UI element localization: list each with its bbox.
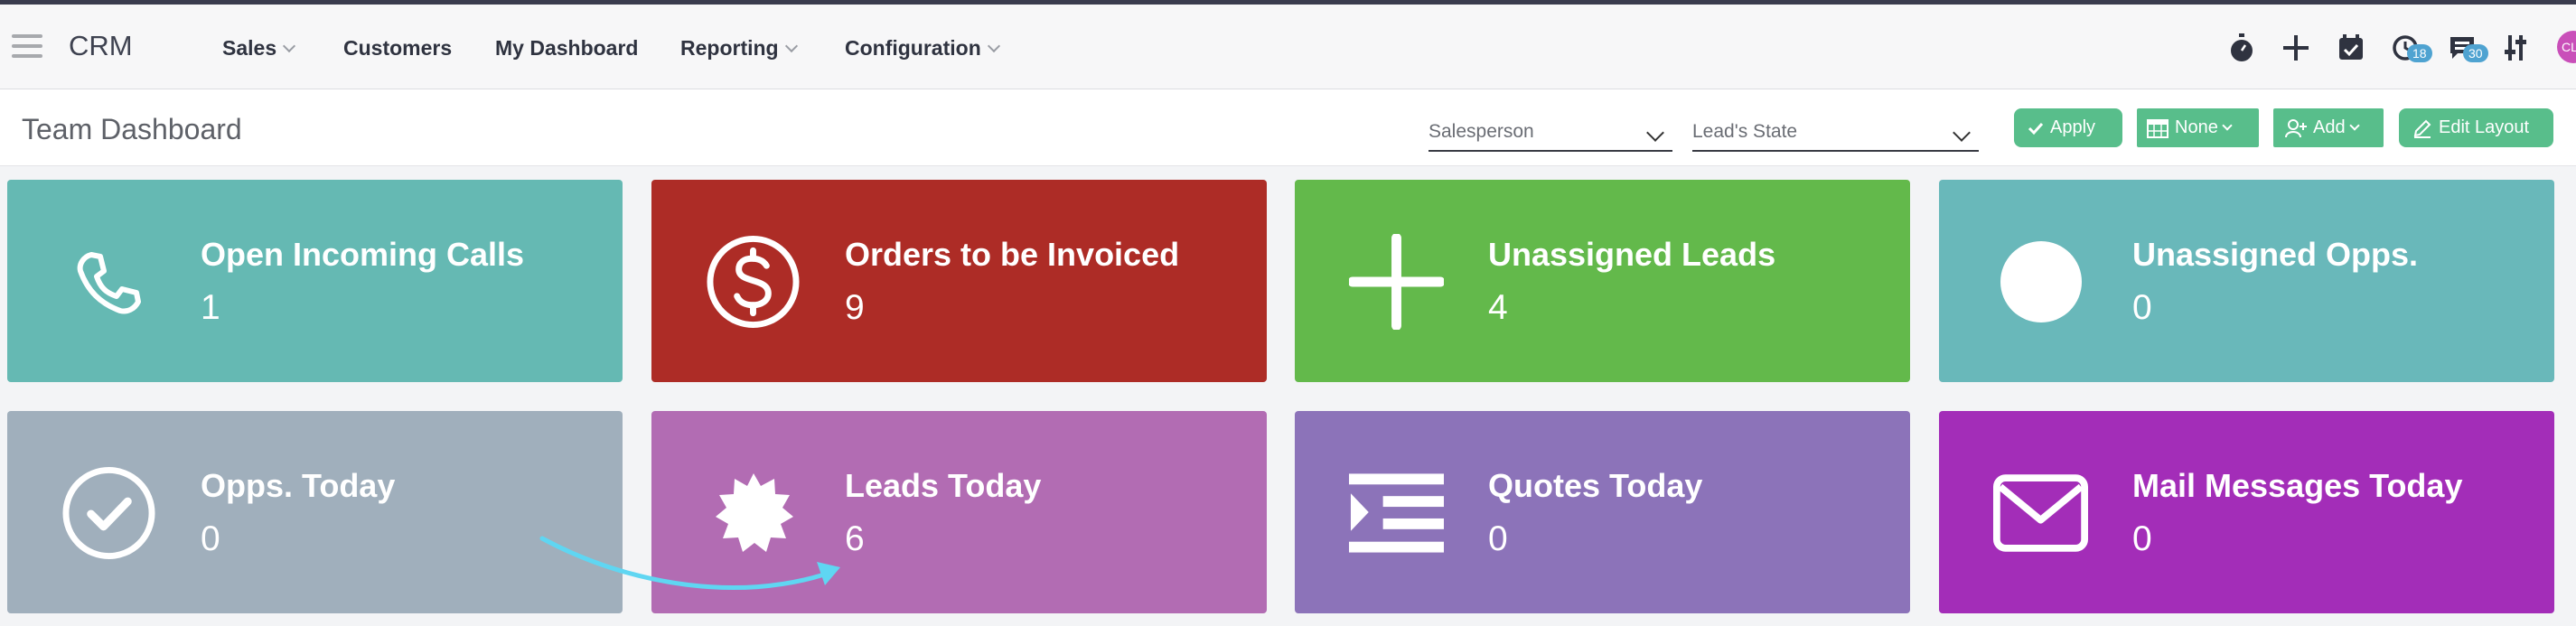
user-avatar[interactable]: CL — [2557, 31, 2576, 63]
tile-label: Orders to be Invoiced — [845, 236, 1180, 273]
lead-state-filter-label: Lead's State — [1692, 121, 1798, 142]
check-circle-icon — [61, 465, 156, 560]
edit-layout-button[interactable]: Edit Layout — [2399, 108, 2553, 147]
chevron-down-icon — [1953, 124, 1971, 142]
nav-item-label: Sales — [222, 36, 277, 60]
plus-icon — [1349, 233, 1444, 330]
tile-count: 4 — [1488, 288, 1508, 327]
tile-orders-to-be-invoiced[interactable]: Orders to be Invoiced 9 — [651, 180, 1267, 382]
add-button-label: Add — [2313, 117, 2346, 137]
circle-icon — [1993, 234, 2088, 329]
nav-item-label: Customers — [343, 36, 453, 60]
menu-toggle-icon[interactable] — [12, 34, 42, 61]
tile-label: Unassigned Leads — [1488, 236, 1776, 273]
lead-state-filter[interactable]: Lead's State — [1692, 121, 1979, 152]
activity-count-badge: 18 — [2407, 44, 2432, 62]
nav-item-reporting[interactable]: Reporting — [680, 36, 798, 61]
tile-open-incoming-calls[interactable]: Open Incoming Calls 1 — [7, 180, 623, 382]
dollar-circle-icon — [706, 234, 801, 329]
tile-count: 0 — [1488, 519, 1508, 558]
tile-label: Quotes Today — [1488, 467, 1703, 504]
tile-count: 0 — [2132, 288, 2152, 327]
calendar-check-icon[interactable] — [2333, 30, 2369, 66]
tile-count: 9 — [845, 288, 865, 327]
app-brand[interactable]: CRM — [69, 30, 133, 62]
tile-label: Opps. Today — [201, 467, 396, 504]
add-dropdown-button[interactable]: Add — [2273, 108, 2384, 147]
edit-layout-button-label: Edit Layout — [2439, 117, 2530, 137]
tile-count: 6 — [845, 519, 865, 558]
none-dropdown-button[interactable]: None — [2137, 108, 2259, 147]
tile-mail-messages-today[interactable]: Mail Messages Today 0 — [1939, 411, 2554, 613]
tile-quotes-today[interactable]: Quotes Today 0 — [1295, 411, 1910, 613]
check-icon — [2028, 122, 2044, 135]
tile-opps-today[interactable]: Opps. Today 0 — [7, 411, 623, 613]
chevron-down-icon — [784, 39, 798, 52]
tile-count: 0 — [2132, 519, 2152, 558]
apply-button-label: Apply — [2050, 117, 2096, 137]
none-button-label: None — [2175, 117, 2218, 137]
add-user-icon — [2285, 118, 2307, 137]
nav-item-configuration[interactable]: Configuration — [845, 36, 1000, 61]
nav-item-label: Reporting — [680, 36, 779, 60]
page-title: Team Dashboard — [22, 113, 242, 145]
chevron-down-icon — [987, 39, 1000, 52]
tile-count: 1 — [201, 288, 220, 327]
tile-unassigned-opps[interactable]: Unassigned Opps. 0 — [1939, 180, 2554, 382]
tile-leads-today[interactable]: Leads Today 6 — [651, 411, 1267, 613]
envelope-icon — [1993, 465, 2088, 560]
nav-item-label: My Dashboard — [495, 36, 639, 60]
tile-count: 0 — [201, 519, 220, 558]
list-indent-icon — [1349, 465, 1444, 560]
chevron-down-icon — [2222, 119, 2233, 131]
tile-label: Mail Messages Today — [2132, 467, 2463, 504]
messages-count-badge: 30 — [2463, 44, 2488, 62]
chevron-down-icon — [283, 39, 296, 52]
starburst-icon — [706, 465, 801, 560]
nav-item-customers[interactable]: Customers — [343, 36, 452, 61]
nav-item-label: Configuration — [845, 36, 981, 60]
salesperson-filter-label: Salesperson — [1429, 121, 1534, 142]
navbar: CRM Sales Customers My Dashboard Reporti… — [0, 5, 2576, 89]
tile-label: Unassigned Opps. — [2132, 236, 2419, 273]
phone-icon — [61, 234, 156, 329]
calendar-grid-icon — [2147, 118, 2169, 138]
quick-create-plus-icon[interactable] — [2278, 30, 2314, 66]
chevron-down-icon — [2348, 119, 2360, 131]
nav-item-my-dashboard[interactable]: My Dashboard — [495, 36, 638, 61]
tile-label: Leads Today — [845, 467, 1042, 504]
timer-icon[interactable] — [2224, 30, 2260, 66]
activity-clock-icon[interactable]: 18 — [2389, 30, 2432, 66]
tile-unassigned-leads[interactable]: Unassigned Leads 4 — [1295, 180, 1910, 382]
apply-button[interactable]: Apply — [2014, 108, 2122, 147]
control-panel: Team Dashboard Salesperson Lead's State … — [0, 89, 2576, 166]
tile-label: Open Incoming Calls — [201, 236, 525, 273]
salesperson-filter[interactable]: Salesperson — [1429, 121, 1672, 152]
messages-icon[interactable]: 30 — [2445, 30, 2488, 66]
nav-item-sales[interactable]: Sales — [222, 36, 296, 61]
pencil-icon — [2413, 119, 2431, 138]
chevron-down-icon — [1646, 124, 1664, 142]
settings-sliders-icon[interactable] — [2497, 30, 2534, 66]
